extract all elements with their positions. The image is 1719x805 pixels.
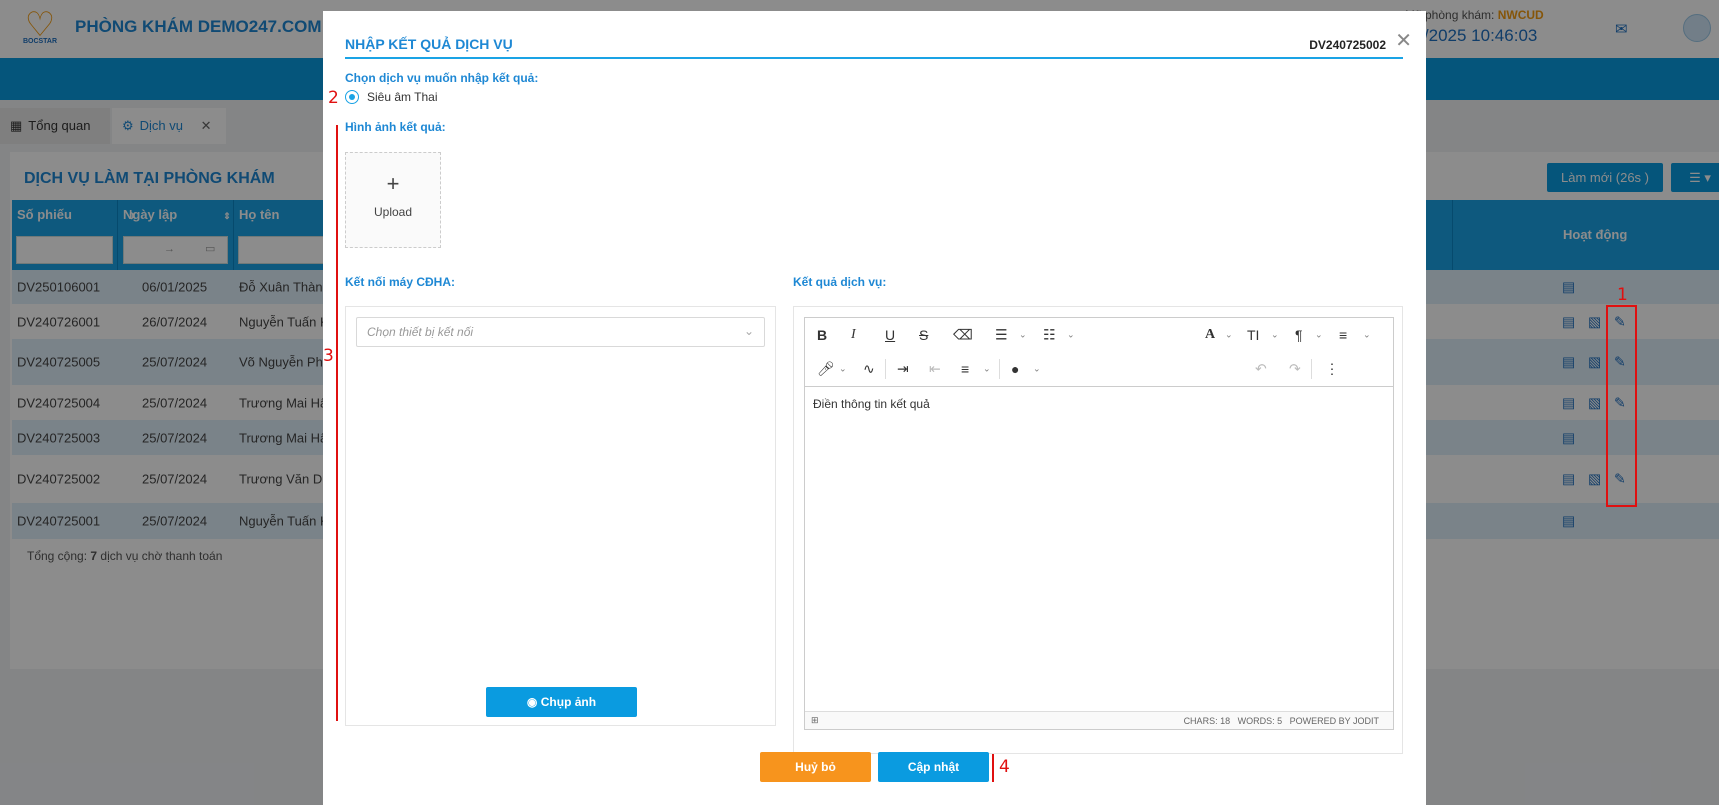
- editor-source-icon[interactable]: ⊞: [811, 715, 819, 726]
- close-icon[interactable]: ✕: [1395, 28, 1412, 53]
- radio-selected-icon[interactable]: [345, 90, 359, 104]
- editor-status-bar: ⊞ CHARS: 18 WORDS: 5 POWERED BY JODIT: [805, 711, 1393, 729]
- chevron-down-icon: ⌄: [743, 324, 754, 338]
- cdha-connect-label: Kết nối máy CĐHA:: [345, 275, 456, 289]
- chevron-down-icon[interactable]: ⌄: [983, 364, 991, 375]
- annotation-line: [336, 125, 338, 721]
- chevron-down-icon[interactable]: ⌄: [1225, 330, 1233, 341]
- upload-button[interactable]: + Upload: [345, 152, 441, 248]
- microphone-icon[interactable]: 🎤︎: [817, 361, 835, 378]
- update-button[interactable]: Cập nhật: [878, 752, 989, 782]
- bold-icon[interactable]: B: [817, 327, 827, 343]
- rich-text-editor: B I U S ⌫ ☰ ⌄ ☷ ⌄ A ⌄ TI ⌄ ¶ ⌄ ≡ ⌄ 🎤︎ ⌄: [804, 317, 1394, 730]
- editor-toolbar-row-2: 🎤︎ ⌄ ∿ ⇥ ⇤ ≡ ⌄ ● ⌄ ↶ ↷ ⋮: [805, 352, 1393, 386]
- annotation-line: [992, 754, 994, 782]
- modal-title: NHẬP KẾT QUẢ DỊCH VỤ: [345, 36, 513, 52]
- service-code: DV240725002: [1309, 38, 1386, 52]
- outdent-icon[interactable]: ⇤: [929, 361, 941, 378]
- chevron-down-icon[interactable]: ⌄: [839, 364, 847, 375]
- paragraph-icon[interactable]: ¶: [1295, 327, 1303, 343]
- capture-button[interactable]: ◉ Chụp ảnh: [486, 687, 637, 717]
- service-result-label: Kết quả dịch vụ:: [793, 275, 887, 289]
- editor-content-area[interactable]: Điền thông tin kết quả: [805, 386, 1393, 711]
- undo-icon[interactable]: ↶: [1255, 361, 1267, 378]
- editor-char-count: CHARS: 18: [1183, 716, 1231, 726]
- eraser-icon[interactable]: ⌫: [953, 327, 973, 344]
- line-height-icon[interactable]: ≡: [1339, 327, 1347, 343]
- editor-toolbar-row-1: B I U S ⌫ ☰ ⌄ ☷ ⌄ A ⌄ TI ⌄ ¶ ⌄ ≡ ⌄: [805, 318, 1393, 352]
- annotation-number: 3: [323, 346, 334, 366]
- toolbar-divider: [885, 359, 886, 379]
- font-size-icon[interactable]: TI: [1247, 327, 1259, 343]
- chevron-down-icon[interactable]: ⌄: [1363, 330, 1371, 341]
- underline-icon[interactable]: U: [885, 327, 895, 343]
- chevron-down-icon[interactable]: ⌄: [1271, 330, 1279, 341]
- align-icon[interactable]: ≡: [961, 361, 969, 377]
- color-drop-icon[interactable]: ●: [1011, 361, 1019, 377]
- bullet-list-icon[interactable]: ☰: [995, 327, 1008, 344]
- indent-icon[interactable]: ⇥: [897, 361, 909, 378]
- choose-service-label: Chọn dịch vụ muốn nhập kết quả:: [345, 71, 539, 85]
- result-panel: B I U S ⌫ ☰ ⌄ ☷ ⌄ A ⌄ TI ⌄ ¶ ⌄ ≡ ⌄ 🎤︎ ⌄: [793, 306, 1403, 754]
- annotation-number: 4: [999, 757, 1010, 777]
- toolbar-divider: [1311, 359, 1312, 379]
- annotation-box: [1606, 305, 1637, 507]
- font-icon[interactable]: A: [1205, 327, 1215, 343]
- service-radio-option[interactable]: Siêu âm Thai: [345, 90, 437, 104]
- result-images-label: Hình ảnh kết quả:: [345, 120, 446, 134]
- chevron-down-icon[interactable]: ⌄: [1033, 364, 1041, 375]
- more-options-icon[interactable]: ⋮: [1325, 361, 1339, 378]
- strikethrough-icon[interactable]: S: [919, 327, 928, 343]
- camera-icon: ◉: [526, 695, 538, 709]
- chevron-down-icon[interactable]: ⌄: [1019, 330, 1027, 341]
- toolbar-divider: [999, 359, 1000, 379]
- annotation-number: 1: [1617, 285, 1628, 305]
- editor-powered-by[interactable]: POWERED BY JODIT: [1290, 716, 1379, 726]
- numbered-list-icon[interactable]: ☷: [1043, 327, 1056, 344]
- italic-icon[interactable]: I: [851, 327, 856, 343]
- cdha-panel: Chọn thiết bị kết nối ⌄ ◉ Chụp ảnh: [345, 306, 776, 726]
- enter-result-modal: NHẬP KẾT QUẢ DỊCH VỤ DV240725002 ✕ Chọn …: [323, 11, 1426, 805]
- cancel-button[interactable]: Huỷ bỏ: [760, 752, 871, 782]
- device-select[interactable]: Chọn thiết bị kết nối ⌄: [356, 317, 765, 347]
- annotation-number: 2: [328, 88, 339, 108]
- chevron-down-icon[interactable]: ⌄: [1067, 330, 1075, 341]
- editor-word-count: WORDS: 5: [1237, 716, 1283, 726]
- plus-icon: +: [386, 171, 400, 196]
- chevron-down-icon[interactable]: ⌄: [1315, 330, 1323, 341]
- title-divider: [345, 57, 1403, 59]
- spellcheck-icon[interactable]: ∿: [863, 361, 875, 378]
- redo-icon[interactable]: ↷: [1289, 361, 1301, 378]
